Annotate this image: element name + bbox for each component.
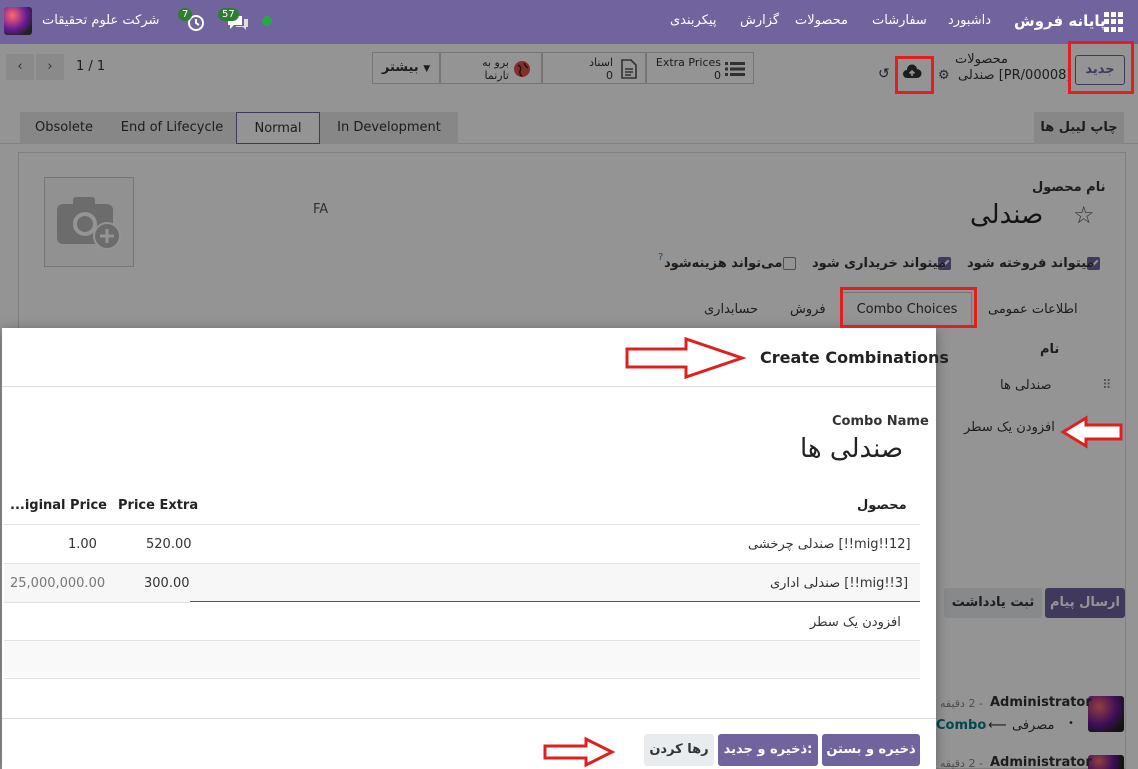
app-menu-icon[interactable] xyxy=(1104,12,1124,32)
empty-row xyxy=(4,641,920,677)
discard-button[interactable]: رها کردن xyxy=(644,734,714,766)
company-name[interactable]: شرکت علوم تحقیقات xyxy=(42,13,159,28)
menu-configuration[interactable]: پیکربندی xyxy=(670,13,716,28)
divider xyxy=(2,386,936,387)
column-original-price[interactable]: ...iginal Price xyxy=(10,498,107,513)
row-product[interactable]: [mig!!12!!] صندلی چرخشی xyxy=(748,537,911,552)
row-original-price: 1.00 xyxy=(68,537,97,552)
app-name[interactable]: پایانه فروش xyxy=(1014,12,1106,30)
annotation-arrow-right xyxy=(543,736,616,768)
annotation-arrow-right xyxy=(625,336,746,380)
online-status-icon xyxy=(262,16,272,26)
top-navbar: پایانه فروش داشبورد سفارشات محصولات گزار… xyxy=(0,0,1138,44)
divider xyxy=(2,718,936,719)
menu-dashboard[interactable]: داشبورد xyxy=(948,13,991,28)
create-combinations-dialog: Create Combinations Combo Name صندلی ها … xyxy=(2,328,949,769)
divider xyxy=(4,678,920,679)
row-price-extra[interactable]: 520.00 xyxy=(146,537,192,552)
row-original-price: 25,000,000.00 xyxy=(10,576,106,591)
active-field-underline xyxy=(190,601,920,602)
row-price-extra[interactable]: 300.00 xyxy=(144,576,190,591)
annotation-box xyxy=(895,56,934,94)
messages-badge: 57 xyxy=(218,8,239,21)
menu-orders[interactable]: سفارشات xyxy=(872,13,927,28)
save-close-button[interactable]: ذخیره و بستن xyxy=(822,734,920,766)
company-logo[interactable] xyxy=(4,7,32,35)
divider xyxy=(4,602,190,603)
combo-name-field[interactable]: صندلی ها xyxy=(800,434,903,464)
annotation-box xyxy=(840,287,977,328)
combo-name-label: Combo Name xyxy=(832,414,929,429)
annotation-arrow-left xyxy=(1060,415,1123,449)
divider xyxy=(4,524,920,525)
dialog-title: Create Combinations xyxy=(760,348,949,367)
column-price-extra[interactable]: Price Extra xyxy=(118,498,198,513)
menu-products[interactable]: محصولات xyxy=(795,13,848,28)
column-product[interactable]: محصول xyxy=(857,498,907,513)
save-new-button[interactable]: ذخیره و جدید: xyxy=(718,734,818,766)
dialog-add-line[interactable]: افزودن یک سطر xyxy=(810,615,901,630)
annotation-box xyxy=(1068,41,1134,94)
row-product[interactable]: [mig!!3!!] صندلی اداری xyxy=(770,576,908,591)
menu-reporting[interactable]: گزارش xyxy=(740,13,779,28)
